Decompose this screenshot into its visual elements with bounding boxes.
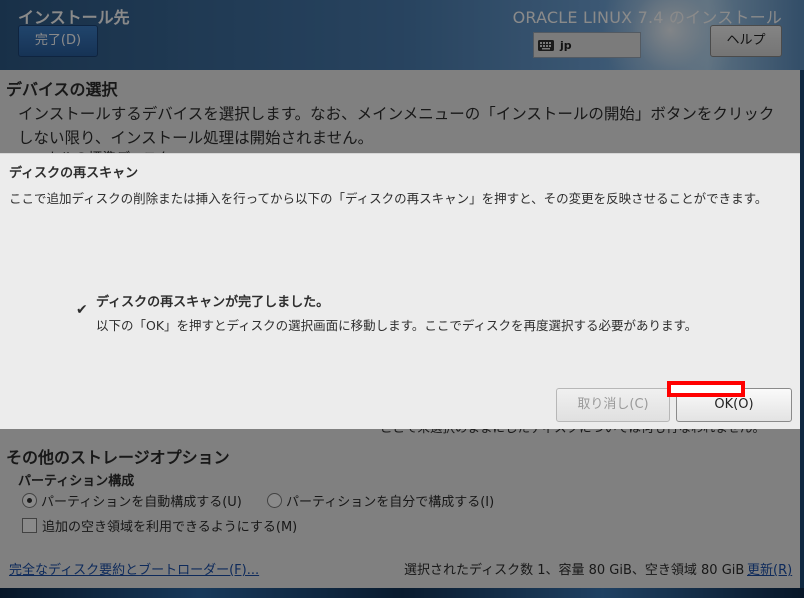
rescan-done-heading: ディスクの再スキャンが完了しました。 xyxy=(96,295,330,310)
rescan-done-message: 以下の「OK」を押すとディスクの選択画面に移動します。ここでディスクを再度選択す… xyxy=(96,318,698,333)
checkmark-icon: ✔ xyxy=(76,302,88,318)
highlight-annotation xyxy=(667,381,745,397)
cancel-button[interactable]: 取り消し(C) xyxy=(556,388,670,422)
dialog-description: ここで追加ディスクの削除または挿入を行ってから以下の「ディスクの再スキャン」を押… xyxy=(9,191,768,206)
rescan-dialog: ディスクの再スキャン ここで追加ディスクの削除または挿入を行ってから以下の「ディ… xyxy=(0,153,800,429)
dialog-title: ディスクの再スキャン xyxy=(9,166,139,181)
